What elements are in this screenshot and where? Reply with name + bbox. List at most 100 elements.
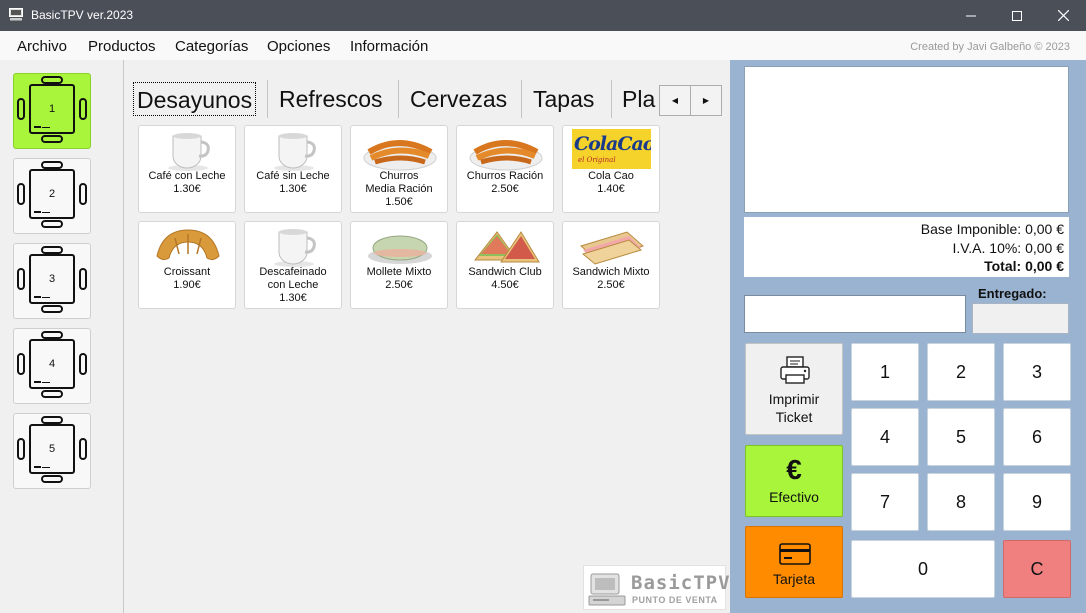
key-7[interactable]: 7	[851, 473, 919, 531]
print-ticket-button[interactable]: Imprimir Ticket	[745, 343, 843, 435]
churros-icon	[469, 140, 543, 171]
product-name: Mollete Mixto	[366, 266, 432, 278]
tab-scroll-right-button[interactable]: ▶	[690, 85, 722, 116]
key-2[interactable]: 2	[927, 343, 995, 401]
cash-button[interactable]: € Efectivo	[745, 445, 843, 517]
card-button[interactable]: Tarjeta	[745, 526, 843, 598]
credit-text: Created by Javi Galbeño © 2023	[910, 41, 1070, 53]
euro-icon: €	[786, 454, 802, 485]
sandwich-icon	[579, 231, 645, 265]
tab-platos[interactable]: Pla	[622, 82, 655, 116]
product-cola-cao[interactable]: ColaCao el Original Cola Cao 1.40€	[562, 125, 660, 213]
key-4[interactable]: 4	[851, 408, 919, 466]
table-number: 3	[48, 273, 56, 285]
table-button-4[interactable]: 4	[13, 328, 91, 404]
product-croissant[interactable]: Croissant 1.90€	[138, 221, 236, 309]
product-price: 2.50€	[491, 183, 519, 195]
product-sandwich-mixto[interactable]: Sandwich Mixto 2.50€	[562, 221, 660, 309]
product-price: 1.30€	[279, 292, 307, 304]
product-price: 4.50€	[491, 279, 519, 291]
key-0[interactable]: 0	[851, 540, 995, 598]
product-name: Churros Media Ración	[365, 170, 433, 195]
coffee-cup-icon	[274, 133, 316, 171]
minimize-button[interactable]	[948, 0, 994, 31]
tab-separator	[398, 80, 399, 118]
key-1[interactable]: 1	[851, 343, 919, 401]
product-mollete-mixto[interactable]: Mollete Mixto 2.50€	[350, 221, 448, 309]
amount-paid-input[interactable]	[744, 295, 966, 333]
tab-refrescos[interactable]: Refrescos	[279, 82, 383, 116]
menu-opciones[interactable]: Opciones	[267, 38, 330, 55]
table-button-3[interactable]: 3	[13, 243, 91, 319]
menu-archivo[interactable]: Archivo	[17, 38, 67, 55]
key-5[interactable]: 5	[927, 408, 995, 466]
total-amount: Total: 0,00 €	[984, 258, 1064, 274]
product-descafeinado[interactable]: Descafeinado con Leche 1.30€	[244, 221, 342, 309]
ticket-list[interactable]	[744, 66, 1069, 213]
key-3[interactable]: 3	[1003, 343, 1071, 401]
product-price: 1.90€	[173, 279, 201, 291]
product-label: Mollete Mixto 2.50€	[351, 266, 447, 292]
title-bar: BasicTPV ver.2023	[0, 0, 1086, 31]
key-6[interactable]: 6	[1003, 408, 1071, 466]
maximize-button[interactable]	[994, 0, 1040, 31]
logo-tagline: PUNTO DE VENTA	[632, 595, 718, 605]
totals-box: Base Imponible: 0,00 € I.V.A. 10%: 0,00 …	[744, 217, 1069, 277]
close-icon	[1057, 10, 1069, 21]
logo-title: BasicTPV	[631, 572, 731, 594]
key-8[interactable]: 8	[927, 473, 995, 531]
tab-separator	[521, 80, 522, 118]
key-9[interactable]: 9	[1003, 473, 1071, 531]
product-name: Café sin Leche	[256, 170, 330, 182]
product-price: 2.50€	[385, 279, 413, 291]
table-button-5[interactable]: 5	[13, 413, 91, 489]
tab-tapas[interactable]: Tapas	[533, 82, 594, 116]
tab-scroll-left-button[interactable]: ◀	[659, 85, 691, 116]
product-churros-media[interactable]: Churros Media Ración 1.50€	[350, 125, 448, 213]
menu-informacion[interactable]: Información	[350, 38, 428, 55]
product-name: Sandwich Club	[468, 266, 542, 278]
product-name: Descafeinado con Leche	[259, 266, 327, 291]
product-label: Sandwich Mixto 2.50€	[563, 266, 659, 292]
menu-productos[interactable]: Productos	[88, 38, 156, 55]
product-churros-racion[interactable]: Churros Ración 2.50€	[456, 125, 554, 213]
menu-bar: Archivo Productos Categorías Opciones In…	[0, 31, 1086, 60]
product-sandwich-club[interactable]: Sandwich Club 4.50€	[456, 221, 554, 309]
app-icon	[9, 8, 23, 21]
pos-terminal-icon	[588, 573, 626, 606]
ticket-panel: Base Imponible: 0,00 € I.V.A. 10%: 0,00 …	[730, 60, 1086, 613]
product-label: Churros Ración 2.50€	[457, 170, 553, 196]
change-display	[972, 303, 1069, 334]
table-number: 4	[48, 358, 56, 370]
brand-sub: el Original	[578, 156, 616, 164]
product-cafe-con-leche[interactable]: Café con Leche 1.30€	[138, 125, 236, 213]
product-label: Sandwich Club 4.50€	[457, 266, 553, 292]
product-label: Descafeinado con Leche 1.30€	[245, 266, 341, 305]
product-price: 1.40€	[597, 183, 625, 195]
table-button-2[interactable]: 2	[13, 158, 91, 234]
colacao-icon: ColaCao el Original	[572, 129, 651, 169]
product-price: 1.30€	[173, 183, 201, 195]
cash-label: Efectivo	[769, 489, 819, 505]
tab-separator	[267, 80, 268, 118]
tables-panel: 1 2 3 4 5	[0, 60, 124, 613]
table-number: 2	[48, 188, 56, 200]
table-number: 5	[48, 443, 56, 455]
product-label: Café sin Leche 1.30€	[245, 170, 341, 196]
tab-desayunos[interactable]: Desayunos	[133, 82, 257, 116]
mollete-icon	[368, 235, 432, 264]
entregado-label: Entregado:	[978, 286, 1047, 301]
product-price: 1.50€	[385, 196, 413, 208]
product-label: Churros Media Ración 1.50€	[351, 170, 447, 209]
product-name: Churros Ración	[466, 170, 544, 182]
key-clear[interactable]: C	[1003, 540, 1071, 598]
menu-categorias[interactable]: Categorías	[175, 38, 248, 55]
table-button-1[interactable]: 1	[13, 73, 91, 149]
churros-icon	[363, 140, 437, 171]
tab-cervezas[interactable]: Cervezas	[410, 82, 507, 116]
product-label: Croissant 1.90€	[139, 266, 235, 292]
product-cafe-sin-leche[interactable]: Café sin Leche 1.30€	[244, 125, 342, 213]
close-button[interactable]	[1040, 0, 1086, 31]
tab-separator	[611, 80, 612, 118]
window-title: BasicTPV ver.2023	[31, 8, 134, 22]
